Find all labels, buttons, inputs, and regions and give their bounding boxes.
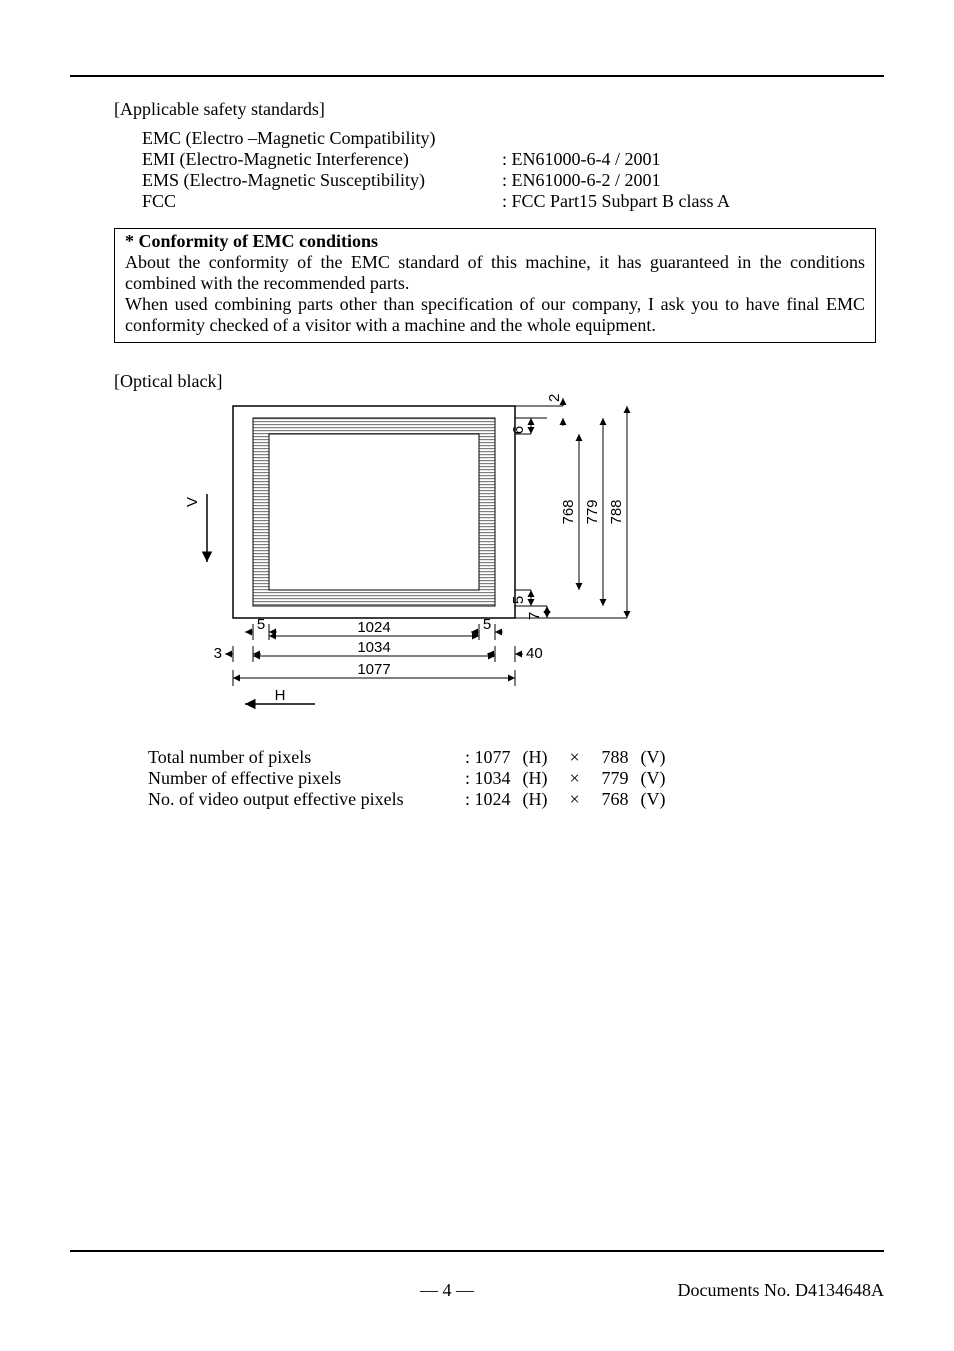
emi-right: : EN61000-6-4 / 2001 — [502, 149, 884, 170]
row0-h: (H) — [517, 747, 554, 768]
row2-b: 768 — [596, 789, 635, 810]
emc-line: EMC (Electro –Magnetic Compatibility) — [142, 128, 884, 149]
row1-x: × — [554, 768, 596, 789]
page-body: [Applicable safety standards] EMC (Elect… — [0, 0, 954, 810]
row2-x: × — [554, 789, 596, 810]
footer-row: — 4 — Documents No. D4134648A — [70, 1280, 884, 1301]
footer-rule — [70, 1250, 884, 1252]
row2-v: (V) — [635, 789, 672, 810]
footer-left — [70, 1280, 270, 1301]
n3: 3 — [214, 645, 222, 662]
fcc-right: : FCC Part15 Subpart B class A — [502, 191, 884, 212]
row1-b: 779 — [596, 768, 635, 789]
n1024: 1024 — [357, 619, 390, 636]
box-p2: When used combining parts other than spe… — [125, 294, 865, 336]
row1-h: (H) — [517, 768, 554, 789]
n779: 779 — [584, 499, 601, 524]
table-row: Number of effective pixels : 1034 (H) × … — [142, 768, 672, 789]
table-row: Total number of pixels : 1077 (H) × 788 … — [142, 747, 672, 768]
optical-heading: [Optical black] — [114, 371, 884, 392]
conformity-box: * Conformity of EMC conditions About the… — [114, 228, 876, 343]
emi-left: EMI (Electro-Magnetic Interference) — [142, 149, 502, 170]
n1034: 1034 — [357, 639, 390, 656]
row0-b: 788 — [596, 747, 635, 768]
row0-v: (V) — [635, 747, 672, 768]
n5a: 5 — [257, 616, 265, 633]
fcc-left: FCC — [142, 191, 502, 212]
row0-a: : 1077 — [459, 747, 517, 768]
box-p1: About the conformity of the EMC standard… — [125, 252, 865, 294]
emi-row: EMI (Electro-Magnetic Interference) : EN… — [142, 149, 884, 170]
pixel-table: Total number of pixels : 1077 (H) × 788 … — [142, 747, 672, 810]
fcc-row: FCC : FCC Part15 Subpart B class A — [142, 191, 884, 212]
n788: 788 — [608, 499, 625, 524]
ems-row: EMS (Electro-Magnetic Susceptibility) : … — [142, 170, 884, 191]
row1-a: : 1034 — [459, 768, 517, 789]
row0-label: Total number of pixels — [142, 747, 459, 768]
safety-block: EMC (Electro –Magnetic Compatibility) EM… — [142, 128, 884, 212]
diagram-svg: V 5 5 1024 3 4 — [185, 394, 725, 734]
n6: 6 — [510, 426, 527, 434]
label-H: H — [275, 687, 286, 704]
label-V: V — [185, 497, 201, 507]
ems-left: EMS (Electro-Magnetic Susceptibility) — [142, 170, 502, 191]
row1-label: Number of effective pixels — [142, 768, 459, 789]
footer: — 4 — Documents No. D4134648A — [70, 1250, 884, 1301]
ems-right: : EN61000-6-2 / 2001 — [502, 170, 884, 191]
doc-number: Documents No. D4134648A — [624, 1280, 884, 1301]
n768: 768 — [560, 499, 577, 524]
n2: 2 — [546, 394, 563, 402]
row2-h: (H) — [517, 789, 554, 810]
safety-heading: [Applicable safety standards] — [114, 99, 884, 120]
box-title: * Conformity of EMC conditions — [125, 231, 865, 252]
n1077: 1077 — [357, 661, 390, 678]
row2-label: No. of video output effective pixels — [142, 789, 459, 810]
n5b: 5 — [483, 616, 491, 633]
n5v: 5 — [510, 596, 527, 604]
row0-x: × — [554, 747, 596, 768]
table-row: No. of video output effective pixels : 1… — [142, 789, 672, 810]
n7: 7 — [526, 612, 543, 620]
row2-a: : 1024 — [459, 789, 517, 810]
row1-v: (V) — [635, 768, 672, 789]
page-number: — 4 — — [270, 1280, 624, 1301]
optical-diagram: V 5 5 1024 3 4 — [185, 394, 884, 739]
top-rule — [70, 75, 884, 77]
n40: 40 — [526, 645, 543, 662]
